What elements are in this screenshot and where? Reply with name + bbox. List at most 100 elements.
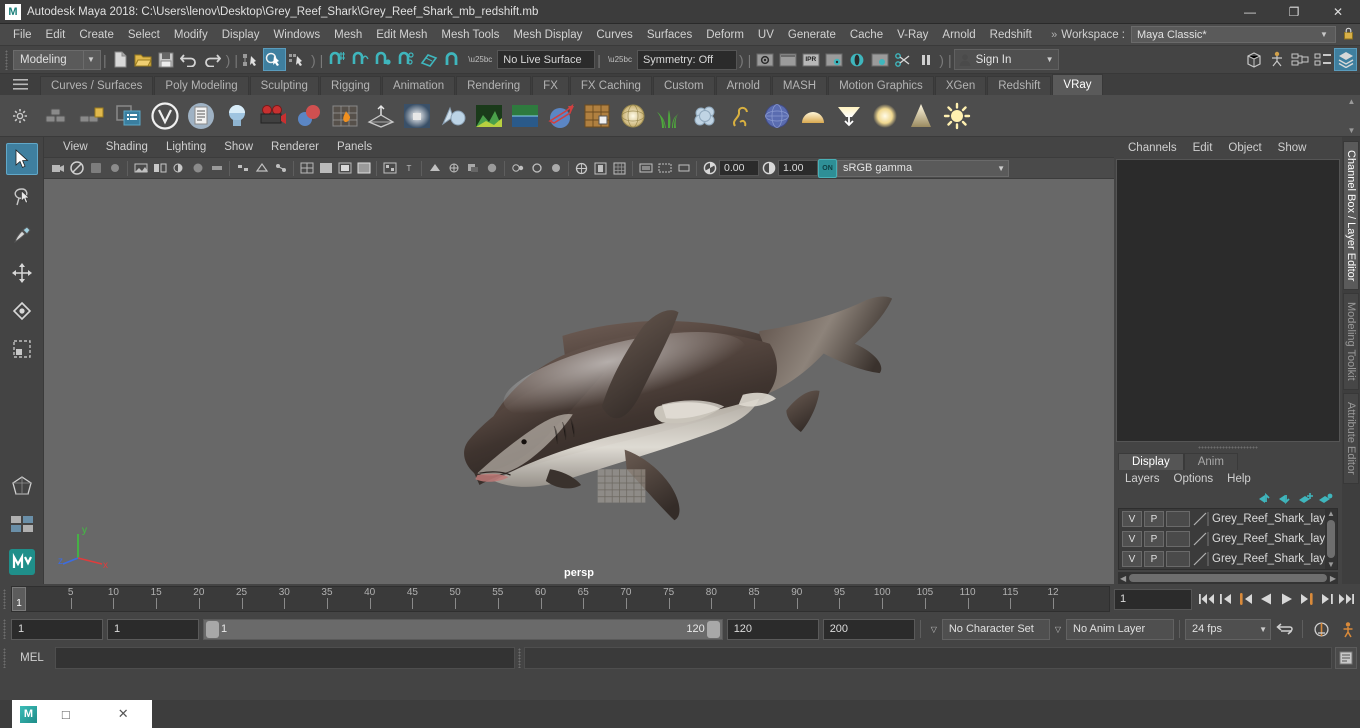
vray-hair-curve-icon[interactable] [724,99,758,133]
auto-key-icon[interactable] [1308,618,1334,640]
select-tool-button[interactable] [5,143,38,175]
step-back-frame-icon[interactable] [1216,588,1236,610]
render-settings-icon[interactable] [822,48,845,71]
play-forwards-icon[interactable] [1276,588,1296,610]
commandline-grip[interactable] [0,645,9,671]
menu-arnold[interactable]: Arnold [935,24,982,46]
shelf-tab-fx-caching[interactable]: FX Caching [569,76,652,95]
channelbox-menu-edit[interactable]: Edit [1185,142,1221,154]
command-output[interactable] [524,647,1332,669]
shelf-tab-motion-graphics[interactable]: Motion Graphics [828,76,934,95]
layer-playback-toggle[interactable]: P [1144,551,1164,567]
shade-wireframe-icon[interactable] [354,159,373,178]
playback-start-field[interactable]: 1 [107,618,199,640]
scale-tool-button[interactable] [6,333,38,365]
current-time-indicator[interactable]: 1 [12,587,26,611]
vray-physical-camera-icon[interactable] [256,99,290,133]
layer-visibility-toggle[interactable]: V [1122,531,1142,547]
wireframe-icon[interactable] [297,159,316,178]
exposure-icon[interactable] [700,159,719,178]
vray-sun-light-icon[interactable] [940,99,974,133]
symmetry-field[interactable]: Symmetry: Off [636,49,737,70]
move-layer-up-icon[interactable] [1256,490,1276,506]
gamma-field[interactable]: 1.00 [778,160,818,176]
layer-row[interactable]: V P Grey_Reef_Shark_layer8 [1119,529,1337,549]
vray-ies-light-icon[interactable] [832,99,866,133]
no-entry-icon[interactable] [67,159,86,178]
layer-name[interactable]: Grey_Reef_Shark_layer9 [1212,513,1337,525]
menu-edit[interactable]: Edit [39,24,73,46]
play-backwards-icon[interactable] [1256,588,1276,610]
pause-render-icon[interactable] [914,48,937,71]
vray-attributes-icon[interactable] [112,99,146,133]
vray-volume-grid-icon[interactable] [328,99,362,133]
menu-mesh-display[interactable]: Mesh Display [506,24,589,46]
viewport-menu-view[interactable]: View [54,141,97,153]
use-all-lights-icon[interactable] [444,159,463,178]
menu-redshift[interactable]: Redshift [983,24,1039,46]
menu-cache[interactable]: Cache [843,24,890,46]
isolate-select-icon[interactable] [233,159,252,178]
ipr-render-icon[interactable]: IPR [799,48,822,71]
scroll-left-icon[interactable]: ◀ [1120,574,1126,583]
commandline-splitter[interactable] [515,645,524,671]
open-attribute-editor-icon[interactable] [1311,48,1334,71]
viewport-3d[interactable]: y x z persp [44,179,1114,584]
shelf-tab-curves-surfaces[interactable]: Curves / Surfaces [40,76,154,95]
layer-row[interactable]: V P Grey_Reef_Shark_layer7 [1119,549,1337,569]
scroll-up-icon[interactable]: ▲ [1327,509,1335,518]
script-editor-icon[interactable] [1335,647,1357,669]
scroll-right-icon[interactable]: ▶ [1330,574,1336,583]
scroll-down-icon[interactable]: ▼ [1327,560,1335,569]
vray-dome-light-icon[interactable] [796,99,830,133]
go-to-start-icon[interactable] [1196,588,1216,610]
vray-point-light-icon[interactable] [868,99,902,133]
taskbar-window-entry[interactable]: M □ ✕ [12,700,152,728]
multisample-icon[interactable] [527,159,546,178]
range-fill[interactable]: 1 120 [204,619,722,639]
move-tool-button[interactable] [6,257,38,289]
layer-playback-toggle[interactable]: P [1144,511,1164,527]
two-sided-lighting-icon[interactable] [150,159,169,178]
shelf-scroll-controls[interactable]: ▲ ▼ [1345,97,1358,135]
xray-joints-icon[interactable] [271,159,290,178]
menu-edit-mesh[interactable]: Edit Mesh [369,24,434,46]
snap-point-icon[interactable] [371,48,394,71]
gamma-icon[interactable] [759,159,778,178]
animation-start-field[interactable]: 1 [11,618,103,640]
film-gate-icon[interactable] [655,159,674,178]
anim-layer-chevron-icon[interactable]: ▽ [1050,625,1066,634]
dock-tab-channel-box[interactable]: Channel Box / Layer Editor [1343,141,1359,291]
shelf-menu-icon[interactable] [0,74,40,95]
vray-sphere-fade-icon[interactable] [292,99,326,133]
motion-trail-icon[interactable] [508,159,527,178]
shelf-scroll-down-icon[interactable]: ▼ [1348,126,1356,135]
rotate-tool-button[interactable] [6,295,38,327]
layer-color-swatch[interactable] [1192,551,1210,567]
maya-logo-button[interactable] [6,546,38,578]
menuset-select[interactable]: Modeling ▼ [13,49,101,70]
vray-sphere-light-icon[interactable] [616,99,650,133]
exposure-field[interactable]: 0.00 [719,160,759,176]
layer-playback-toggle[interactable]: P [1144,531,1164,547]
textured-icon[interactable] [380,159,399,178]
maximize-icon[interactable]: ❐ [1272,0,1316,24]
menu-surfaces[interactable]: Surfaces [640,24,699,46]
viewport-menu-show[interactable]: Show [215,141,262,153]
taskbar-close-icon[interactable]: ✕ [95,706,153,722]
timeslider-grip[interactable] [0,586,9,612]
channelbox-content[interactable] [1116,159,1340,442]
shelf-tab-fx[interactable]: FX [532,76,569,95]
vray-plane-icon[interactable] [364,99,398,133]
color-manage-icon[interactable] [591,159,610,178]
command-input[interactable] [55,647,515,669]
playback-speed-select[interactable]: 24 fps ▼ [1185,618,1271,640]
smooth-shade-all-icon[interactable] [316,159,335,178]
viewport-menu-lighting[interactable]: Lighting [157,141,215,153]
grid-toggle-icon[interactable] [105,159,124,178]
shelf-scroll-up-icon[interactable]: ▲ [1348,97,1356,106]
screen-space-ao-icon[interactable] [482,159,501,178]
hypershade-icon[interactable] [845,48,868,71]
gate-mask-icon[interactable] [636,159,655,178]
menu-mesh[interactable]: Mesh [327,24,369,46]
